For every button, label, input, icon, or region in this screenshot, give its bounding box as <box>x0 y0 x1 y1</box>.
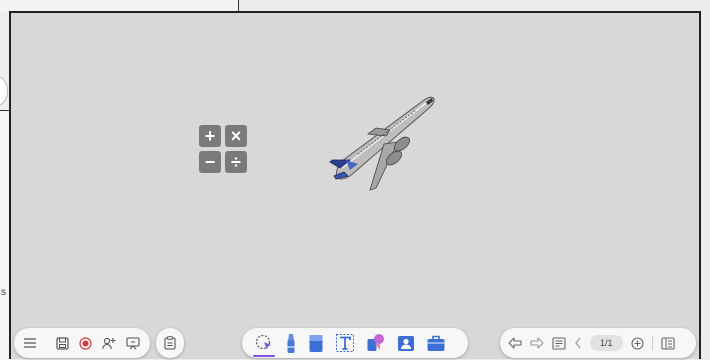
add-user-icon[interactable] <box>102 337 116 350</box>
save-icon[interactable] <box>56 336 69 350</box>
calc-plus-key[interactable]: + <box>199 125 221 147</box>
calc-minus-key[interactable]: − <box>199 151 221 173</box>
text-icon[interactable] <box>335 333 355 353</box>
prev-page-icon[interactable] <box>574 337 582 349</box>
navigation-toolbar: 1/1 <box>500 328 696 358</box>
shapes-icon[interactable] <box>366 333 386 353</box>
calc-multiply-key[interactable]: × <box>225 125 247 147</box>
background-text: s <box>1 287 6 298</box>
undo-icon[interactable] <box>508 337 522 349</box>
main-menu-toolbar <box>14 328 150 358</box>
record-icon[interactable] <box>79 336 92 350</box>
redo-icon[interactable] <box>530 337 544 349</box>
notes-icon[interactable] <box>552 336 566 350</box>
airplane-image[interactable] <box>328 90 440 196</box>
menu-icon[interactable] <box>24 338 36 348</box>
calc-divide-key[interactable]: ÷ <box>225 151 247 173</box>
pen-icon[interactable] <box>285 332 297 354</box>
toolbox-icon[interactable] <box>426 333 446 353</box>
drawing-tools-toolbar <box>242 328 468 358</box>
lasso-select-icon[interactable] <box>254 333 274 353</box>
pages-icon[interactable] <box>660 336 675 350</box>
eraser-icon[interactable] <box>308 333 324 353</box>
toolbar-divider <box>651 336 653 350</box>
present-icon[interactable] <box>126 336 140 350</box>
page-indicator[interactable]: 1/1 <box>590 335 623 351</box>
calculator-widget[interactable]: + × − ÷ <box>199 125 249 174</box>
clipboard-icon[interactable] <box>164 336 176 350</box>
image-icon[interactable] <box>397 333 415 353</box>
add-page-icon[interactable] <box>630 336 644 350</box>
active-tool-indicator <box>253 355 275 357</box>
clipboard-toolbar <box>156 328 184 358</box>
